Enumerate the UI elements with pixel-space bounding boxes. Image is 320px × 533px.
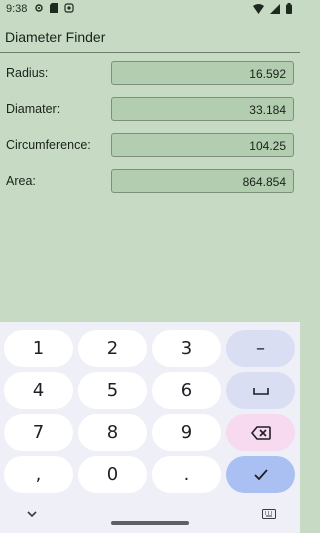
wifi-icon <box>253 3 264 14</box>
key-5[interactable]: 5 <box>78 372 147 409</box>
circumference-value: 104.25 <box>249 139 286 153</box>
diameter-value: 33.184 <box>249 103 286 117</box>
keyboard-icon[interactable] <box>262 509 276 519</box>
backspace-icon <box>250 426 271 440</box>
space-icon <box>252 388 269 395</box>
numeric-keyboard: 1 2 3 – 4 5 6 7 8 9 , 0 . <box>0 322 300 533</box>
radius-label: Radius: <box>6 66 49 80</box>
key-4[interactable]: 4 <box>4 372 73 409</box>
diameter-field[interactable]: 33.184 <box>111 97 294 121</box>
key-period[interactable]: . <box>152 456 221 493</box>
area-field[interactable]: 864.854 <box>111 169 294 193</box>
key-comma[interactable]: , <box>4 456 73 493</box>
key-minus[interactable]: – <box>226 330 295 367</box>
key-3[interactable]: 3 <box>152 330 221 367</box>
key-0[interactable]: 0 <box>78 456 147 493</box>
circumference-row: Circumference: 104.25 <box>0 133 300 157</box>
chevron-down-icon[interactable] <box>26 508 38 520</box>
circumference-label: Circumference: <box>6 138 91 152</box>
radius-field[interactable]: 16.592 <box>111 61 294 85</box>
area-value: 864.854 <box>242 175 286 189</box>
radius-row: Radius: 16.592 <box>0 61 300 85</box>
radius-value: 16.592 <box>249 67 286 81</box>
settings-icon <box>35 4 43 12</box>
checkmark-icon <box>253 469 268 481</box>
key-8[interactable]: 8 <box>78 414 147 451</box>
key-6[interactable]: 6 <box>152 372 221 409</box>
status-bar: 9:38 <box>0 0 300 20</box>
key-9[interactable]: 9 <box>152 414 221 451</box>
key-2[interactable]: 2 <box>78 330 147 367</box>
key-1[interactable]: 1 <box>4 330 73 367</box>
delete-key[interactable] <box>226 414 295 451</box>
sim-card-icon <box>50 3 58 13</box>
battery-icon <box>286 3 292 14</box>
done-key[interactable] <box>226 456 295 493</box>
key-7[interactable]: 7 <box>4 414 73 451</box>
title-bar: Diameter Finder <box>0 20 300 53</box>
circumference-field[interactable]: 104.25 <box>111 133 294 157</box>
gesture-handle[interactable] <box>111 521 189 525</box>
diameter-row: Diamater: 33.184 <box>0 97 300 121</box>
status-time: 9:38 <box>6 3 28 15</box>
space-key[interactable] <box>226 372 295 409</box>
area-row: Area: 864.854 <box>0 169 300 193</box>
signal-icon <box>270 3 280 14</box>
area-label: Area: <box>6 174 36 188</box>
app-title: Diameter Finder <box>5 29 106 45</box>
diameter-label: Diamater: <box>6 102 61 116</box>
notification-icon <box>64 3 74 13</box>
